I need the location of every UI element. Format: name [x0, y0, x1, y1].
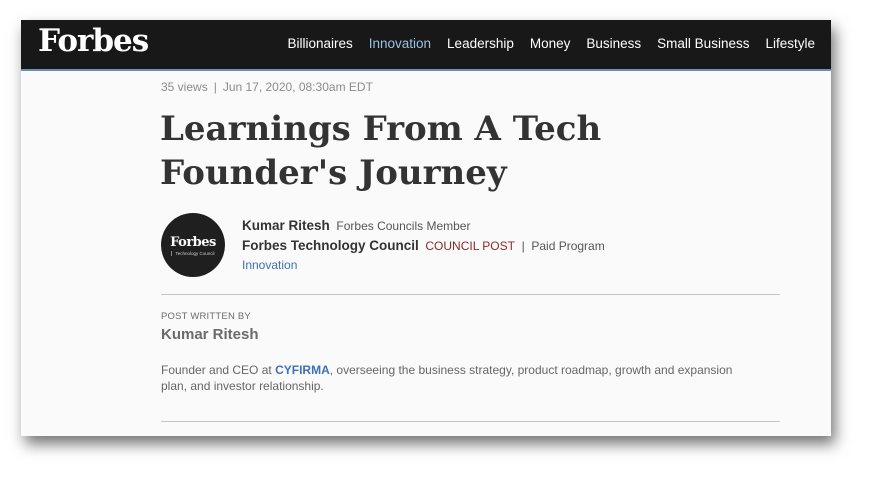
nav-item-lifestyle[interactable]: Lifestyle: [765, 36, 815, 51]
author-name[interactable]: Kumar Ritesh: [242, 218, 330, 233]
post-written-by-label: POST WRITTEN BY: [161, 311, 251, 322]
category-link[interactable]: Innovation: [242, 258, 297, 272]
publish-date: Jun 17, 2020, 08:30am EDT: [222, 80, 373, 94]
author-avatar[interactable]: Forbes Technology Council: [161, 213, 225, 277]
paid-separator: |: [521, 239, 525, 253]
nav-item-leadership[interactable]: Leadership: [447, 36, 514, 51]
author-role: Forbes Councils Member: [336, 219, 471, 233]
bio-prefix: Founder and CEO at: [161, 363, 276, 377]
divider-bottom: [161, 421, 780, 422]
council-name[interactable]: Forbes Technology Council: [242, 238, 419, 253]
nav-item-billionaires[interactable]: Billionaires: [287, 36, 352, 51]
top-nav-bar: Forbes Billionaires Innovation Leadershi…: [21, 20, 831, 71]
nav-item-money[interactable]: Money: [530, 36, 571, 51]
nav-menu: Billionaires Innovation Leadership Money…: [287, 36, 815, 51]
view-count: 35 views: [161, 80, 208, 94]
company-link[interactable]: CYFIRMA: [275, 363, 330, 377]
paid-program-label: Paid Program: [531, 239, 605, 253]
author-bio: Founder and CEO at CYFIRMA, overseeing t…: [161, 362, 761, 394]
author-byline: Kumar Ritesh Forbes Councils Member Forb…: [242, 218, 605, 278]
meta-separator: |: [213, 80, 217, 94]
nav-item-innovation[interactable]: Innovation: [369, 36, 431, 51]
about-author-name: Kumar Ritesh: [161, 326, 259, 343]
avatar-subtitle: Technology Council: [171, 250, 215, 256]
nav-item-small-business[interactable]: Small Business: [657, 36, 749, 51]
avatar-logo-text: Forbes: [170, 234, 216, 250]
article-meta: 35 views | Jun 17, 2020, 08:30am EDT: [161, 80, 373, 94]
nav-item-business[interactable]: Business: [586, 36, 641, 51]
council-post-badge: COUNCIL POST: [425, 239, 515, 253]
article-title: Learnings From A Tech Founder's Journey: [160, 109, 602, 193]
forbes-logo[interactable]: Forbes: [38, 23, 149, 59]
browser-viewport: Forbes Billionaires Innovation Leadershi…: [21, 20, 831, 436]
divider-top: [161, 294, 780, 295]
